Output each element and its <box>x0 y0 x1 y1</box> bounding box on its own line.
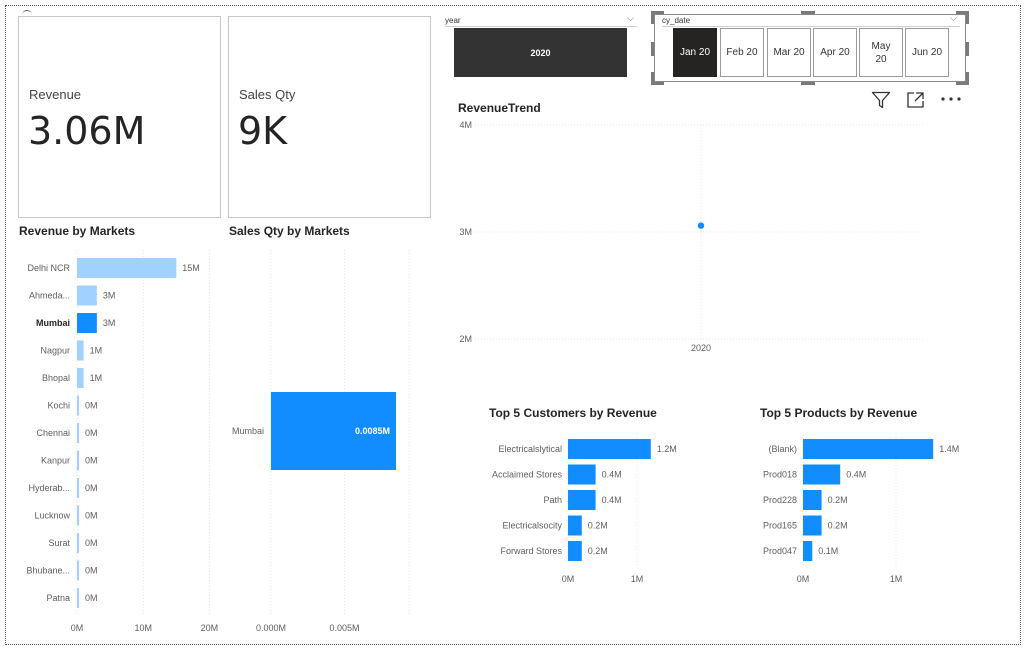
year-slicer-divider <box>445 26 637 27</box>
month-label-may-20: May 20 <box>871 40 891 65</box>
month-option-may-20[interactable]: May 20 <box>859 28 903 77</box>
resize-handle-top[interactable] <box>801 11 815 14</box>
month-option-feb-20[interactable]: Feb 20 <box>720 28 764 77</box>
resize-handle-tl-v[interactable] <box>651 11 654 24</box>
revenue-trend-title: RevenueTrend <box>458 101 541 115</box>
resize-handle-right[interactable] <box>966 42 969 56</box>
resize-handle-left[interactable] <box>651 42 654 56</box>
filter-icon[interactable] <box>871 91 891 109</box>
revenue-card-value: 3.06M <box>28 109 146 153</box>
month-option-apr-20[interactable]: Apr 20 <box>813 28 857 77</box>
cy-date-slicer-title: cy_date <box>662 16 691 25</box>
resize-handle-tr-v[interactable] <box>966 11 969 24</box>
resize-handle-br-v[interactable] <box>966 72 969 85</box>
cy-date-slicer-divider <box>662 26 960 27</box>
revenue-card-label: Revenue <box>29 87 82 102</box>
focus-mode-icon[interactable] <box>906 91 926 109</box>
top-products-title: Top 5 Products by Revenue <box>760 406 918 420</box>
month-option-jun-20[interactable]: Jun 20 <box>905 28 949 77</box>
revenue-card[interactable]: Revenue 3.06M <box>18 16 221 218</box>
year-slicer-title: year <box>445 16 461 25</box>
sales-qty-card-label: Sales Qty <box>239 87 296 102</box>
resize-handle-bottom[interactable] <box>801 82 815 85</box>
month-option-jan-20[interactable]: Jan 20 <box>673 28 717 77</box>
top-customers-title: Top 5 Customers by Revenue <box>489 406 657 420</box>
month-option-mar-20[interactable]: Mar 20 <box>767 28 811 77</box>
chevron-down-icon[interactable]: ⌵ <box>627 13 634 24</box>
resize-handle-bl-v[interactable] <box>651 72 654 85</box>
sales-qty-card-value: 9K <box>238 109 288 153</box>
more-options-icon[interactable] <box>940 95 962 103</box>
sales-qty-card[interactable]: Sales Qty 9K <box>228 16 431 218</box>
revenue-by-markets-title: Revenue by Markets <box>19 224 136 238</box>
sales-qty-by-markets-title: Sales Qty by Markets <box>229 224 350 238</box>
chevron-down-icon[interactable]: ⌵ <box>950 13 957 24</box>
year-option-2020[interactable]: 2020 <box>454 28 627 77</box>
